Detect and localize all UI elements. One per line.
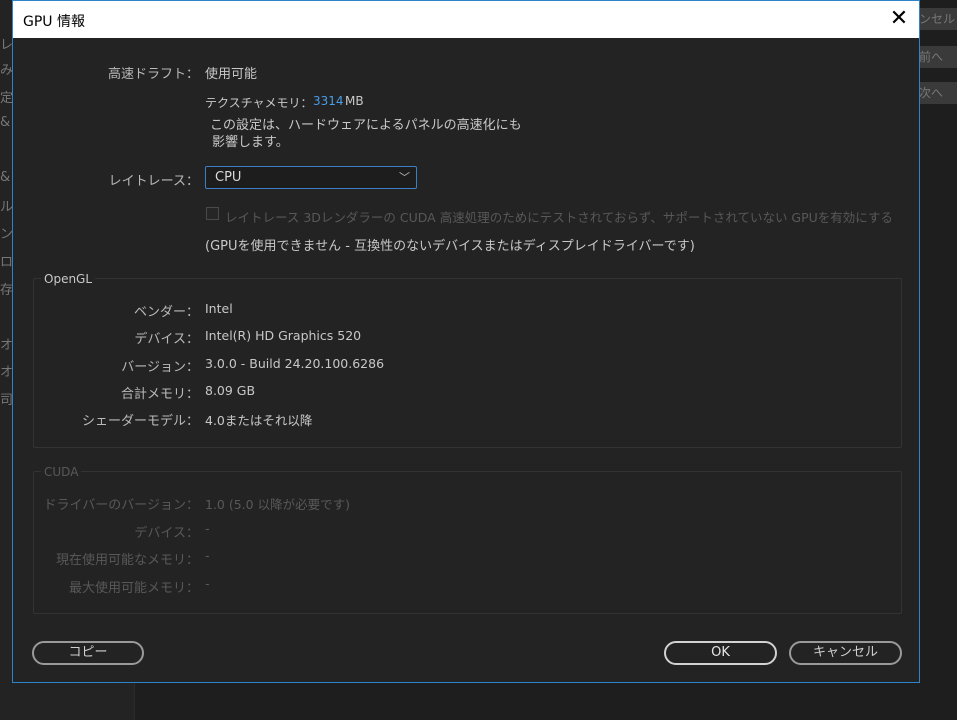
cuda-available-memory-label: 現在使用可能なメモリ：	[55, 553, 199, 568]
texture-memory-unit: MB	[345, 94, 364, 108]
chevron-down-icon: ﹀	[399, 171, 410, 184]
background-cancel-button[interactable]: ンセル	[915, 8, 957, 30]
copy-button[interactable]: コピー	[32, 641, 144, 665]
opengl-group-title: OpenGL	[41, 272, 96, 286]
raytrace-label: レイトレース：	[108, 174, 199, 189]
fast-draft-value: 使用可能	[205, 67, 258, 82]
opengl-vendor-value: Intel	[205, 301, 233, 316]
opengl-device-label: デバイス：	[134, 332, 199, 347]
draft-note-line2: 影響します。	[212, 135, 289, 150]
background-text: &	[0, 170, 11, 185]
background-text: レ	[0, 38, 12, 53]
opengl-shader-value: 4.0またはそれ以降	[205, 413, 313, 428]
background-text: 司	[0, 393, 12, 408]
unsupported-gpu-checkbox-label: レイトレース 3Dレンダラーの CUDA 高速処理のためにテストされておらず、サ…	[225, 210, 893, 225]
cuda-group-title: CUDA	[41, 465, 82, 479]
cuda-max-memory-value: -	[205, 577, 210, 592]
cancel-button[interactable]: キャンセル	[789, 641, 902, 665]
background-text: 存	[0, 283, 12, 298]
cuda-device-label: デバイス：	[134, 526, 199, 541]
background-next-button[interactable]: 次へ	[915, 82, 957, 104]
gpu-unavailable-message: (GPUを使用できません - 互換性のないデバイスまたはディスプレイドライバーで…	[205, 239, 695, 254]
background-text: み	[0, 63, 12, 78]
background-prev-button[interactable]: 前へ	[915, 46, 957, 68]
opengl-version-value: 3.0.0 - Build 24.20.100.6286	[205, 356, 385, 371]
gpu-info-dialog: GPU 情報 ✕ 高速ドラフト： 使用可能 テクスチャメモリ： 3314 MB …	[12, 0, 920, 683]
opengl-shader-label: シェーダーモデル：	[81, 414, 199, 429]
background-text: オ	[0, 365, 12, 380]
cuda-driver-label: ドライバーのバージョン：	[43, 498, 199, 513]
title-bar[interactable]: GPU 情報 ✕	[13, 1, 919, 38]
cuda-device-value: -	[205, 522, 210, 537]
dialog-title: GPU 情報	[23, 14, 85, 30]
opengl-device-value: Intel(R) HD Graphics 520	[205, 328, 362, 343]
background-text: ン	[0, 227, 12, 242]
close-button[interactable]: ✕	[885, 6, 913, 32]
raytrace-selected-value: CPU	[215, 170, 242, 185]
background-text: ル	[0, 200, 12, 215]
background-text: 定	[0, 91, 12, 106]
texture-memory-value: 3314	[313, 94, 344, 108]
ok-button[interactable]: OK	[664, 641, 777, 665]
background-text: &	[0, 115, 11, 130]
opengl-memory-value: 8.09 GB	[205, 383, 256, 398]
opengl-vendor-label: ベンダー：	[133, 305, 199, 320]
cuda-driver-value: 1.0 (5.0 以降が必要です)	[205, 497, 350, 512]
texture-memory-label: テクスチャメモリ：	[205, 96, 313, 110]
opengl-version-label: バージョン：	[121, 360, 199, 375]
cuda-max-memory-label: 最大使用可能メモリ：	[68, 581, 199, 596]
unsupported-gpu-checkbox[interactable]	[206, 207, 219, 220]
background-text: オ	[0, 338, 12, 353]
fast-draft-label: 高速ドラフト：	[107, 67, 199, 82]
background-text: ロ	[0, 255, 12, 270]
opengl-memory-label: 合計メモリ：	[120, 387, 199, 402]
cuda-available-memory-value: -	[205, 549, 210, 564]
raytrace-select[interactable]: CPU ﹀	[205, 166, 417, 189]
